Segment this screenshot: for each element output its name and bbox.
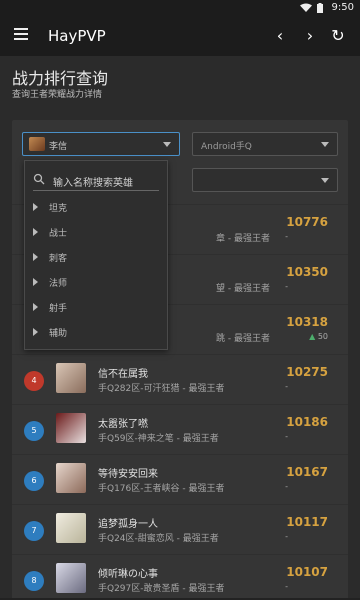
row-sub: 手Q282区-可汗狂猎 - 最强王者	[98, 384, 225, 394]
player-avatar	[56, 413, 86, 443]
page-subtitle: 查询王者荣耀战力详情	[12, 90, 103, 100]
status-bar: 9:50	[0, 0, 360, 16]
row-sub: 跳 - 最强王者	[216, 334, 270, 344]
player-avatar	[56, 563, 86, 593]
dropdown-item-warrior[interactable]: 战士	[25, 220, 169, 244]
row-dash: -	[285, 232, 288, 241]
row-dash: -	[285, 532, 288, 541]
table-row[interactable]: 8 倾听琳の心事 手Q297区-敢贵圣盾 - 最强王者 10107 -	[12, 554, 348, 600]
page-header: 战力排行查询 查询王者荣耀战力详情	[0, 56, 360, 104]
dropdown-item-tank[interactable]: 坦克	[25, 195, 169, 219]
row-sub: 手Q297区-敢贵圣盾 - 最强王者	[98, 584, 225, 594]
row-score: 10318	[286, 315, 328, 329]
row-sub: 手Q59区-神来之笔 - 最强王者	[98, 434, 219, 444]
row-dash: -	[285, 482, 288, 491]
status-icons	[300, 3, 324, 13]
row-score: 10776	[286, 215, 328, 229]
wifi-icon	[300, 3, 312, 12]
table-row[interactable]: 4 信不在属我 手Q282区-可汗狂猎 - 最强王者 10275 -	[12, 354, 348, 402]
hero-dropdown: 输入名称搜索英雄 坦克 战士 刺客 法师 射手 辅助	[24, 160, 168, 350]
platform-select[interactable]: Android手Q	[192, 132, 338, 156]
dropdown-item-label: 法师	[49, 279, 68, 289]
dropdown-item-support[interactable]: 辅助	[25, 320, 169, 344]
rank-badge: 6	[24, 471, 44, 491]
rank-badge: 8	[24, 571, 44, 591]
rank-badge: 7	[24, 521, 44, 541]
row-dash: -	[285, 282, 288, 291]
app-bar: HayPVP ‹ › ↻	[0, 16, 360, 56]
dropdown-item-label: 辅助	[49, 329, 68, 339]
dropdown-item-assassin[interactable]: 刺客	[25, 245, 169, 269]
table-row[interactable]: 6 等待安安回来 手Q176区-王者峡谷 - 最强王者 10167 -	[12, 454, 348, 502]
menu-icon[interactable]	[14, 28, 30, 44]
chevron-down-icon	[321, 178, 329, 183]
row-score: 10275	[286, 365, 328, 379]
expand-arrow-icon	[33, 253, 38, 261]
table-row[interactable]: 5 太嚣张了嘫 手Q59区-神来之笔 - 最强王者 10186 -	[12, 404, 348, 452]
player-avatar	[56, 463, 86, 493]
search-icon	[33, 173, 45, 185]
row-score: 10186	[286, 415, 328, 429]
row-dash: -	[285, 582, 288, 591]
forward-icon[interactable]: ›	[300, 26, 320, 46]
table-row[interactable]: 7 追梦孤身一人 手Q24区-甜蜜恋风 - 最强王者 10117 -	[12, 504, 348, 552]
dropdown-item-mage[interactable]: 法师	[25, 270, 169, 294]
player-name: 追梦孤身一人	[98, 519, 158, 530]
row-score: 10167	[286, 465, 328, 479]
rank-badge: 4	[24, 371, 44, 391]
expand-arrow-icon	[33, 278, 38, 286]
dropdown-item-label: 刺客	[49, 254, 68, 264]
hero-search-placeholder: 输入名称搜索英雄	[53, 178, 133, 189]
player-name: 太嚣张了嘫	[98, 419, 148, 430]
app-title: HayPVP	[48, 27, 106, 45]
dropdown-item-marksman[interactable]: 射手	[25, 295, 169, 319]
chevron-down-icon	[321, 142, 329, 147]
expand-arrow-icon	[33, 203, 38, 211]
dropdown-item-label: 战士	[49, 229, 68, 239]
row-dash: -	[285, 432, 288, 441]
player-avatar	[56, 363, 86, 393]
player-name: 信不在属我	[98, 369, 148, 380]
expand-arrow-icon	[33, 328, 38, 336]
page-title: 战力排行查询	[12, 69, 109, 88]
row-score: 10350	[286, 265, 328, 279]
delta-value: 50	[317, 332, 328, 341]
platform-select-value: Android手Q	[201, 142, 252, 152]
player-name: 等待安安回来	[98, 469, 158, 480]
hero-select-value: 李信	[49, 142, 68, 152]
row-sub: 手Q176区-王者峡谷 - 最强王者	[98, 484, 225, 494]
secondary-select[interactable]	[192, 168, 338, 192]
row-score: 10117	[286, 515, 328, 529]
expand-arrow-icon	[33, 228, 38, 236]
row-sub: 望 - 最强王者	[216, 284, 270, 294]
player-name: 倾听琳の心事	[98, 569, 158, 580]
status-time: 9:50	[331, 2, 354, 13]
expand-arrow-icon	[33, 303, 38, 311]
row-dash: -	[285, 382, 288, 391]
hero-select[interactable]: 李信	[22, 132, 180, 156]
row-delta: ▲ 50	[309, 332, 328, 341]
player-avatar	[56, 513, 86, 543]
refresh-icon[interactable]: ↻	[328, 26, 348, 46]
row-sub: 手Q24区-甜蜜恋风 - 最强王者	[98, 534, 219, 544]
dropdown-item-label: 坦克	[49, 204, 68, 214]
hero-search-field[interactable]: 输入名称搜索英雄	[33, 169, 159, 191]
rank-badge: 5	[24, 421, 44, 441]
dropdown-item-label: 射手	[49, 304, 68, 314]
row-sub: 章 - 最强王者	[216, 234, 270, 244]
chevron-down-icon	[163, 142, 171, 147]
battery-icon	[317, 3, 323, 13]
back-icon[interactable]: ‹	[270, 26, 290, 46]
row-score: 10107	[286, 565, 328, 579]
up-arrow-icon: ▲	[309, 332, 316, 341]
hero-avatar	[29, 137, 45, 151]
